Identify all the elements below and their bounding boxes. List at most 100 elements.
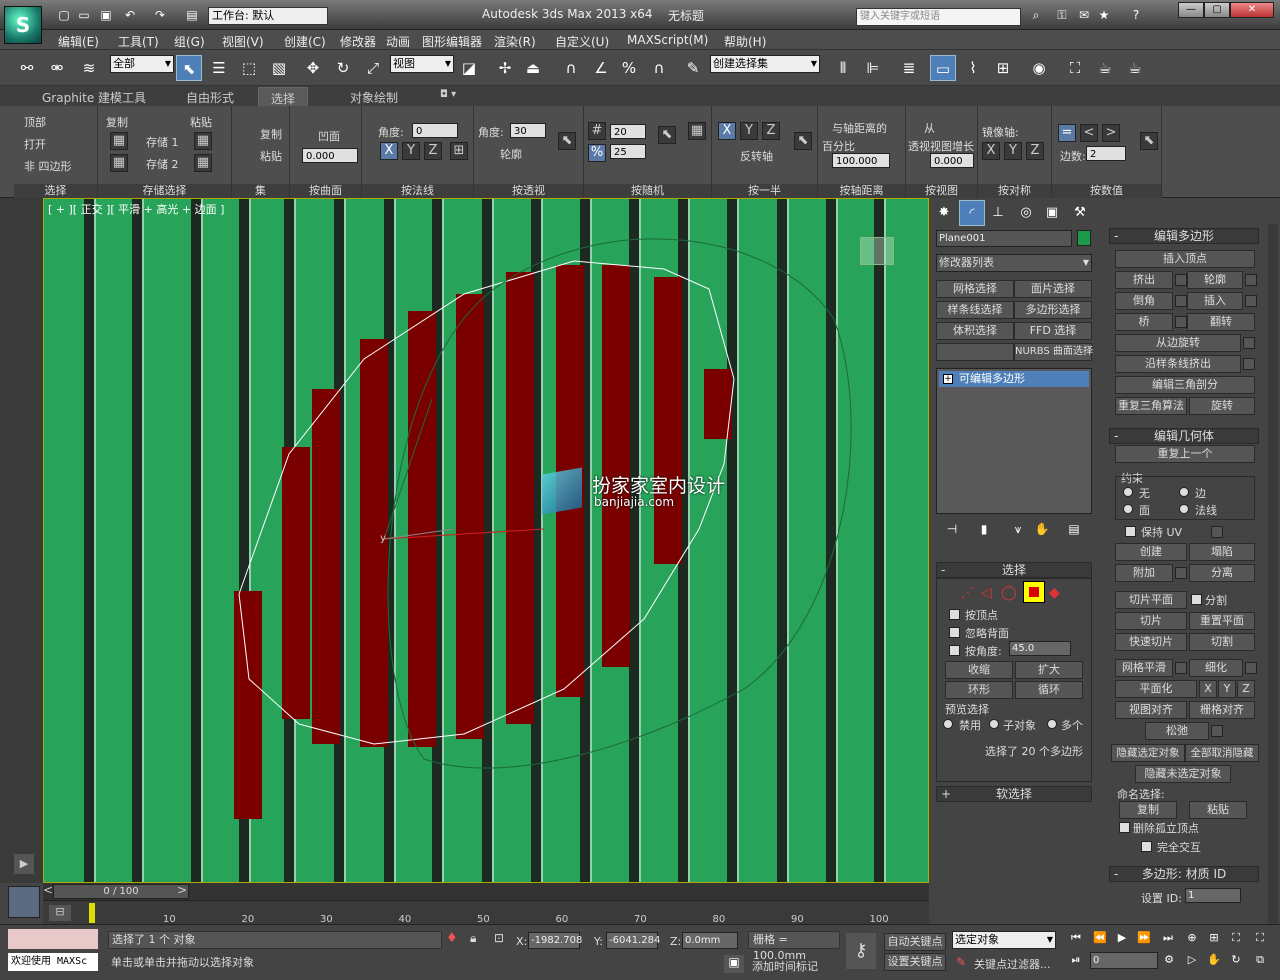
- tab-object-paint[interactable]: 对象绘制: [350, 89, 398, 106]
- selection-lock-icon[interactable]: 🔒︎: [470, 931, 476, 946]
- scale-icon[interactable]: ⤢: [360, 55, 386, 81]
- modify-tab-icon[interactable]: ◜: [959, 200, 985, 226]
- store1-copy-icon[interactable]: ▦: [110, 132, 128, 150]
- random-count-input[interactable]: 20: [610, 124, 646, 139]
- time-config-icon[interactable]: ⚙: [1160, 951, 1178, 969]
- mirror-y-button[interactable]: Y: [1004, 142, 1022, 160]
- random-select-icon[interactable]: ⬉: [658, 126, 676, 144]
- bevel-button[interactable]: 倒角: [1115, 292, 1173, 310]
- link-icon[interactable]: ⚯: [14, 55, 40, 81]
- top-button[interactable]: 顶部: [24, 114, 46, 130]
- edit-named-sel-icon[interactable]: ✎: [680, 55, 706, 81]
- graphite-toggle-icon[interactable]: ▭: [930, 55, 956, 81]
- absolute-mode-icon[interactable]: ⊡: [494, 931, 504, 945]
- planar-x-button[interactable]: X: [1199, 680, 1217, 698]
- fov-icon[interactable]: ▷: [1182, 951, 1202, 969]
- loop-button[interactable]: 循环: [1015, 681, 1083, 699]
- outline-settings-icon[interactable]: [1245, 274, 1257, 286]
- preview-multi-radio[interactable]: [1047, 719, 1057, 729]
- percent-snap-icon[interactable]: %: [616, 55, 642, 81]
- time-slider[interactable]: 0 / 100: [53, 884, 189, 899]
- edit-geometry-rollout-title[interactable]: 编辑几何体: [1109, 428, 1259, 444]
- menu-create[interactable]: 创建(C): [284, 33, 326, 50]
- rendered-frame-icon[interactable]: ☕: [1092, 55, 1118, 81]
- constraint-none-radio[interactable]: [1123, 487, 1133, 497]
- preserve-uv-checkbox[interactable]: [1125, 526, 1136, 537]
- menu-modifiers[interactable]: 修改器: [340, 33, 376, 50]
- reset-plane-button[interactable]: 重置平面: [1189, 612, 1255, 630]
- half-axis-z-button[interactable]: Z: [762, 122, 780, 140]
- collapse-button[interactable]: 塌陷: [1189, 543, 1255, 561]
- menu-views[interactable]: 视图(V): [222, 33, 264, 50]
- outline-button[interactable]: 轮廓: [500, 146, 522, 162]
- set-key-button[interactable]: 设置关键点: [884, 953, 946, 971]
- quickslice-button[interactable]: 快速切片: [1115, 633, 1187, 651]
- configure-sets-icon[interactable]: ▤: [1061, 516, 1087, 542]
- named-paste-button[interactable]: 粘贴: [1189, 801, 1247, 819]
- rect-selection-icon[interactable]: ⬚: [236, 55, 262, 81]
- full-interactivity-checkbox[interactable]: [1141, 841, 1152, 852]
- extrude-spline-button[interactable]: 沿样条线挤出: [1115, 355, 1241, 373]
- workspace-dropdown[interactable]: 工作台: 默认: [208, 7, 328, 25]
- angle-snap-icon[interactable]: ∠: [588, 55, 614, 81]
- attach-settings-icon[interactable]: [1175, 567, 1187, 579]
- key-icon[interactable]: ⚿: [1054, 7, 1070, 23]
- time-tag-icon[interactable]: ▣: [724, 955, 744, 973]
- favorites-icon[interactable]: ★: [1096, 7, 1112, 23]
- make-unique-icon[interactable]: ⩛: [1005, 516, 1031, 542]
- rotate-icon[interactable]: ↻: [330, 55, 356, 81]
- tab-freeform[interactable]: 自由形式: [186, 89, 234, 106]
- ignore-backface-checkbox[interactable]: [949, 627, 960, 638]
- bynormal-angle-input[interactable]: 0: [412, 123, 458, 138]
- key-filters-button[interactable]: 关键点过滤器...: [974, 956, 1051, 972]
- constraint-edge-radio[interactable]: [1179, 487, 1189, 497]
- maximize-button[interactable]: ▢: [1204, 2, 1230, 18]
- binoculars-icon[interactable]: ⌕: [1028, 7, 1044, 23]
- store2-paste-icon[interactable]: ▦: [194, 154, 212, 172]
- set-paste-button[interactable]: 粘贴: [260, 148, 282, 164]
- extrude-settings-icon[interactable]: [1175, 274, 1187, 286]
- help-icon[interactable]: ?: [1128, 7, 1144, 23]
- insert-vertex-button[interactable]: 插入顶点: [1115, 250, 1255, 268]
- ref-coord-dropdown[interactable]: 视图: [390, 55, 454, 73]
- menu-edit[interactable]: 编辑(E): [58, 33, 99, 50]
- bind-space-warp-icon[interactable]: ≋: [76, 55, 102, 81]
- store2-copy-icon[interactable]: ▦: [110, 154, 128, 172]
- set-id-input[interactable]: 1: [1185, 888, 1241, 903]
- zoom-icon[interactable]: ⊕: [1182, 929, 1202, 947]
- pan-icon[interactable]: ✋: [1204, 951, 1224, 969]
- viewcube-icon[interactable]: [860, 237, 894, 265]
- ribbon-store-footer[interactable]: 存储选择: [98, 184, 231, 198]
- material-editor-icon[interactable]: ◉: [1026, 55, 1052, 81]
- object-color-swatch[interactable]: [1077, 230, 1091, 246]
- tab-graphite[interactable]: Graphite 建模工具: [42, 89, 146, 106]
- delete-isolated-checkbox[interactable]: [1119, 822, 1130, 833]
- numeric-less-icon[interactable]: <: [1080, 124, 1098, 142]
- by-angle-input[interactable]: 45.0: [1009, 641, 1071, 656]
- time-prev-icon[interactable]: <: [43, 883, 53, 897]
- cut-button[interactable]: 切割: [1189, 633, 1255, 651]
- half-axis-y-button[interactable]: Y: [740, 122, 758, 140]
- sides-input[interactable]: 2: [1086, 146, 1126, 161]
- element-mode-icon[interactable]: ◆: [1049, 585, 1060, 601]
- mesh-select-button[interactable]: 网格选择: [936, 280, 1014, 298]
- invert-axis-button[interactable]: 反转轴: [740, 148, 773, 164]
- edge-mode-icon[interactable]: ◁: [981, 585, 992, 601]
- app-logo-icon[interactable]: S: [4, 6, 42, 44]
- auto-key-button[interactable]: 自动关键点: [884, 933, 946, 951]
- polygon-mode-icon[interactable]: [1023, 581, 1045, 603]
- grow-button[interactable]: 扩大: [1015, 661, 1083, 679]
- select-by-name-icon[interactable]: ☰: [206, 55, 232, 81]
- hide-unselected-button[interactable]: 隐藏未选定对象: [1135, 765, 1231, 783]
- random-number-icon[interactable]: #: [588, 122, 606, 140]
- pin-stack-icon[interactable]: ⊣: [939, 516, 965, 542]
- time-cursor[interactable]: [89, 903, 95, 923]
- bevel-settings-icon[interactable]: [1175, 295, 1187, 307]
- menu-help[interactable]: 帮助(H): [724, 33, 766, 50]
- menu-animation[interactable]: 动画: [386, 33, 410, 50]
- isolate-icon[interactable]: ♦: [446, 931, 458, 946]
- tessellate-settings-icon[interactable]: [1245, 662, 1257, 674]
- z-coord-input[interactable]: 0.0mm: [682, 932, 738, 949]
- make-planar-button[interactable]: 平面化: [1115, 680, 1197, 698]
- viewport-label[interactable]: [ + ][ 正交 ][ 平滑 + 高光 + 边面 ]: [48, 201, 224, 217]
